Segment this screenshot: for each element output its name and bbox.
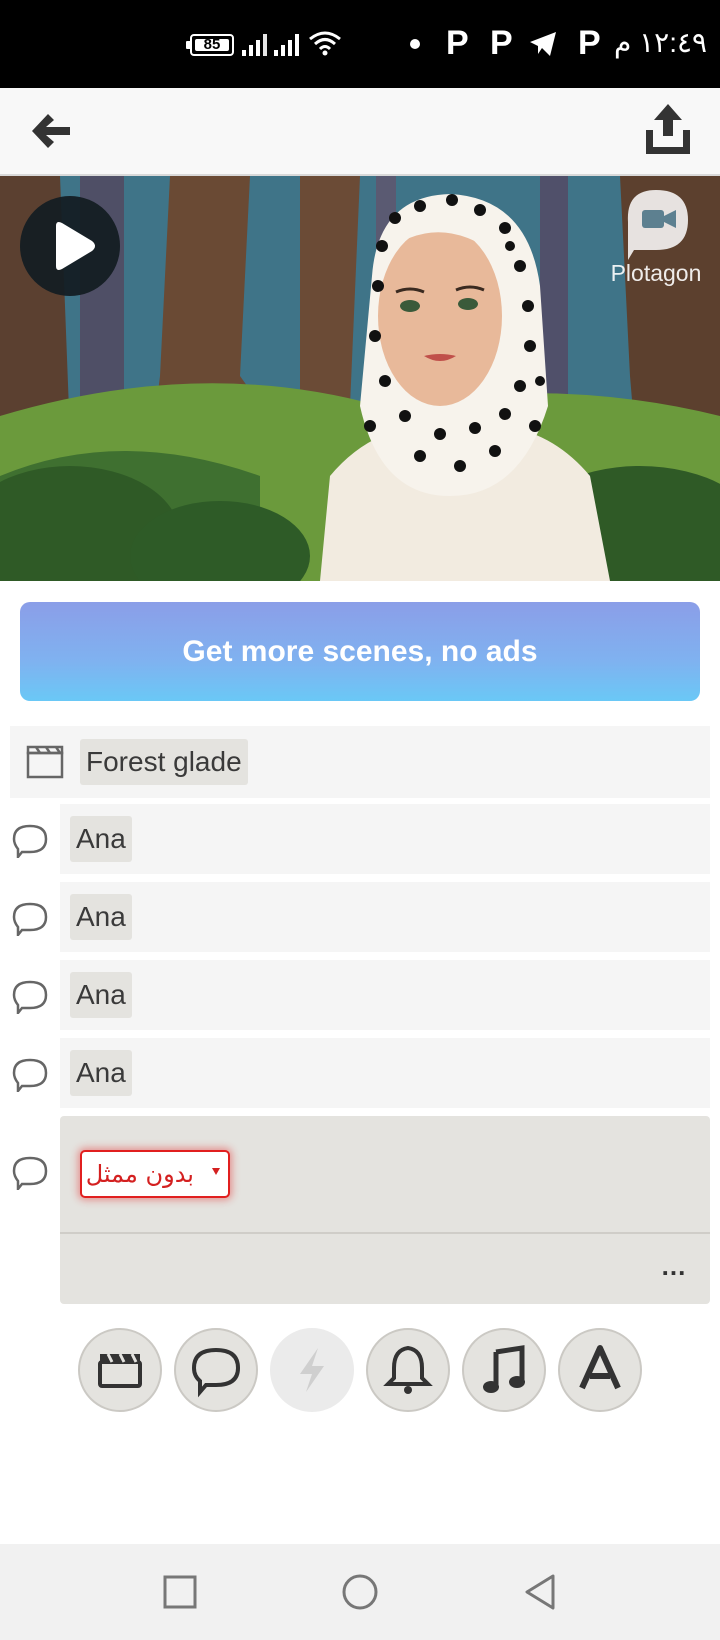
signal-icon-2 <box>274 34 299 56</box>
system-navigation-bar <box>0 1544 720 1640</box>
more-options-button[interactable]: ... <box>644 1253 704 1290</box>
speech-bubble-icon <box>12 1156 48 1190</box>
speech-bubble-icon <box>12 902 48 936</box>
app-bar <box>0 88 720 176</box>
signal-icon-1 <box>242 34 267 56</box>
camera-bubble-icon <box>627 190 688 260</box>
actor-select-value: بدون ممثل <box>85 1160 194 1188</box>
add-sound-effect-button[interactable] <box>366 1328 450 1412</box>
music-note-icon <box>483 1345 525 1393</box>
speech-bubble-icon <box>12 1058 48 1092</box>
speech-bubble-icon <box>12 980 48 1014</box>
arrow-left-icon[interactable] <box>28 108 74 154</box>
notification-dot <box>410 39 420 49</box>
dialogue-line[interactable]: Ana <box>60 804 710 874</box>
parking-notification-icon: P <box>578 24 601 62</box>
add-item-toolbar <box>78 1328 642 1412</box>
parking-notification-icon: P <box>446 24 469 62</box>
parking-notification-icon: P <box>490 24 513 62</box>
actor-chip[interactable]: Ana <box>70 816 132 862</box>
scene-row[interactable]: Forest glade <box>10 726 710 798</box>
add-action-button[interactable] <box>270 1328 354 1412</box>
back-triangle-icon[interactable] <box>520 1572 560 1612</box>
battery-level: 85 <box>195 37 229 52</box>
plotagon-brand: Plotagon <box>610 260 702 286</box>
lightning-icon <box>300 1348 324 1392</box>
clapperboard-icon <box>26 745 64 779</box>
dialogue-line[interactable]: Ana <box>60 1038 710 1108</box>
play-icon[interactable] <box>20 196 120 296</box>
editing-dialogue-line[interactable]: بدون ممثل ... <box>60 1116 710 1304</box>
scene-location-chip[interactable]: Forest glade <box>80 739 248 785</box>
clapperboard-icon <box>98 1353 142 1388</box>
plotagon-logo: Plotagon <box>600 188 712 288</box>
add-scene-button[interactable] <box>78 1328 162 1412</box>
actor-chip[interactable]: Ana <box>70 1050 132 1096</box>
text-a-icon <box>579 1345 621 1390</box>
add-music-button[interactable] <box>462 1328 546 1412</box>
home-circle-icon[interactable] <box>340 1572 380 1612</box>
divider <box>60 1232 710 1234</box>
status-bar: 85 P P P ١٢:٤٩ م <box>0 0 720 88</box>
actor-chip[interactable]: Ana <box>70 894 132 940</box>
get-more-scenes-button[interactable]: Get more scenes, no ads <box>20 602 700 701</box>
add-dialogue-button[interactable] <box>174 1328 258 1412</box>
speech-bubble-icon <box>12 824 48 858</box>
add-text-button[interactable] <box>558 1328 642 1412</box>
recents-square-icon[interactable] <box>160 1572 200 1612</box>
telegram-icon <box>530 32 556 56</box>
wifi-icon <box>309 31 341 56</box>
actor-select-dropdown[interactable]: بدون ممثل <box>80 1150 230 1198</box>
speech-bubble-icon <box>191 1347 241 1398</box>
actor-chip[interactable]: Ana <box>70 972 132 1018</box>
caret-down-icon <box>212 1168 220 1175</box>
battery-icon: 85 <box>186 34 234 56</box>
dialogue-line[interactable]: Ana <box>60 882 710 952</box>
dialogue-line[interactable]: Ana <box>60 960 710 1030</box>
share-upload-icon[interactable] <box>642 102 694 158</box>
clock: ١٢:٤٩ م <box>614 27 708 58</box>
bell-icon <box>383 1345 433 1394</box>
